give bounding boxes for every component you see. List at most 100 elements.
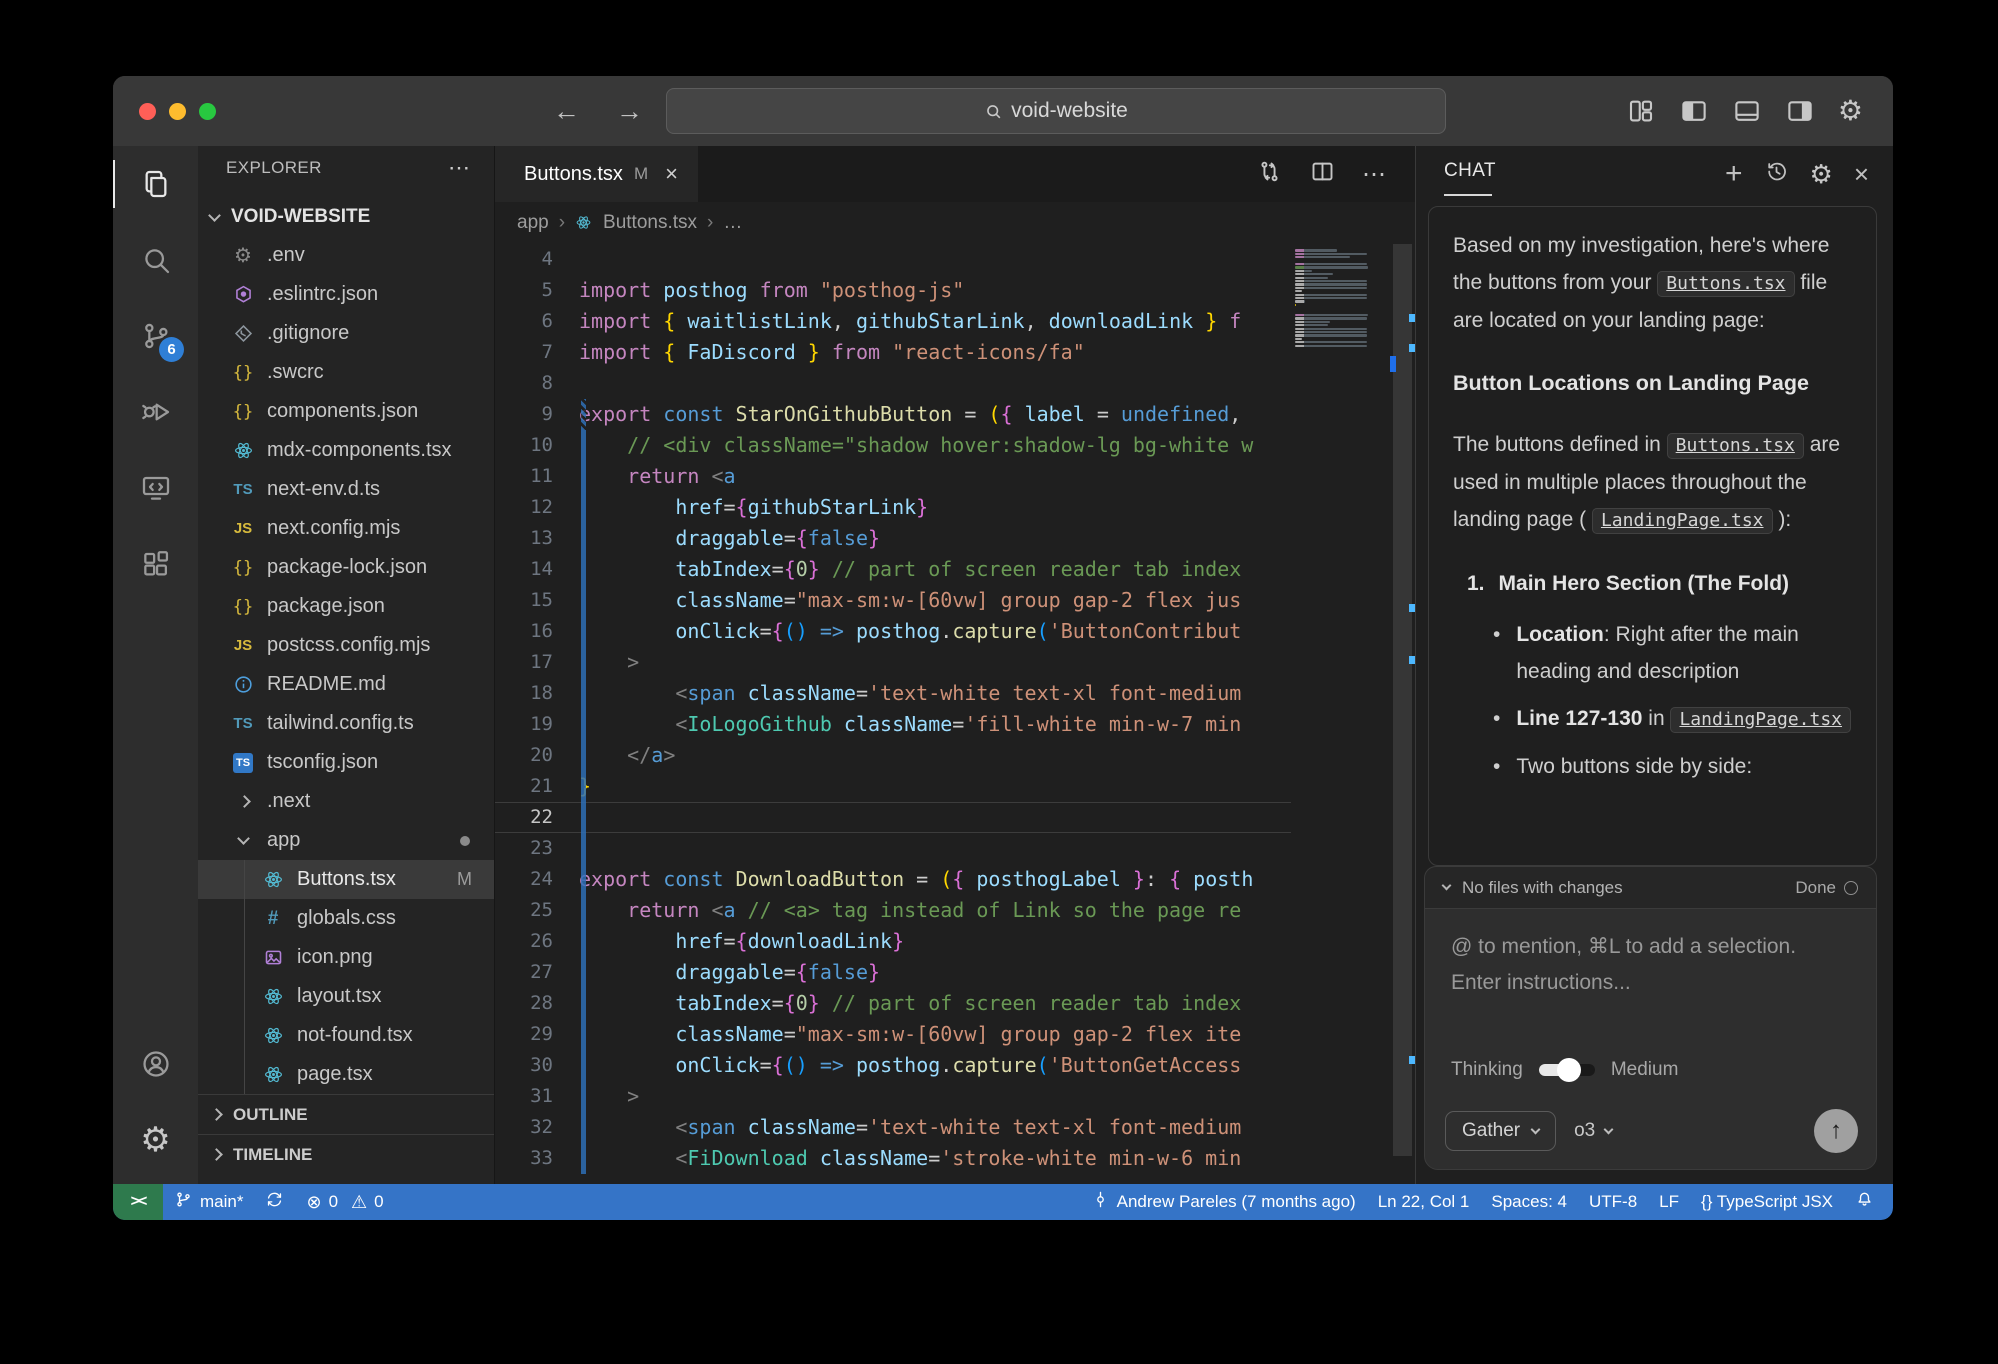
inline-code-link[interactable]: Buttons.tsx (1657, 271, 1794, 297)
git-blame[interactable]: Andrew Pareles (7 months ago) (1080, 1184, 1367, 1220)
section-outline[interactable]: OUTLINE (198, 1094, 494, 1134)
activity-remote-explorer-icon[interactable] (113, 450, 198, 526)
line-content: draggable={false} (579, 523, 1291, 554)
file-readme-md[interactable]: README.md (198, 665, 494, 704)
toggle-panel-icon[interactable] (1732, 96, 1762, 126)
changes-bar[interactable]: No files with changes Done (1424, 866, 1877, 908)
send-button[interactable]: ↑ (1814, 1109, 1858, 1153)
language-mode[interactable]: {} TypeScript JSX (1690, 1184, 1844, 1220)
activity-search-icon[interactable] (113, 222, 198, 298)
breadcrumb[interactable]: app›Buttons.tsx›… (495, 202, 1415, 244)
close-tab-icon[interactable]: × (665, 161, 678, 187)
activity-source-control-icon[interactable]: 6 (113, 298, 198, 374)
notifications-bell[interactable] (1844, 1184, 1885, 1220)
gear-icon[interactable]: ⚙ (1810, 161, 1833, 187)
file-components-json[interactable]: {}components.json (198, 392, 494, 431)
command-center-search[interactable]: void-website (666, 88, 1446, 134)
mode-dropdown[interactable]: Gather (1445, 1111, 1556, 1151)
split-editor-icon[interactable] (1309, 158, 1336, 190)
file-icon-png[interactable]: icon.png (198, 938, 494, 977)
file-next-config-mjs[interactable]: JSnext.config.mjs (198, 509, 494, 548)
minimap[interactable] (1291, 244, 1390, 1184)
file-mdx-components-tsx[interactable]: mdx-components.tsx (198, 431, 494, 470)
file-tsconfig-json[interactable]: TStsconfig.json (198, 743, 494, 782)
minimize-window-button[interactable] (169, 103, 186, 120)
file--env[interactable]: ⚙.env (198, 236, 494, 275)
breadcrumb-item[interactable]: app (517, 212, 549, 234)
file-package-lock-json[interactable]: {}package-lock.json (198, 548, 494, 587)
section-timeline[interactable]: TIMELINE (198, 1134, 494, 1174)
folder--next[interactable]: .next (198, 782, 494, 821)
close-window-button[interactable] (139, 103, 156, 120)
activity-explorer-icon[interactable] (113, 146, 198, 222)
line-number: 7 (495, 337, 579, 368)
more-actions-icon[interactable]: ⋯ (448, 155, 472, 181)
file-postcss-config-mjs[interactable]: JSpostcss.config.mjs (198, 626, 494, 665)
file-not-found-tsx[interactable]: not-found.tsx (198, 1016, 494, 1055)
encoding[interactable]: UTF-8 (1578, 1184, 1648, 1220)
activity-run-and-debug-icon[interactable] (113, 374, 198, 450)
more-actions-icon[interactable]: ⋯ (1362, 160, 1387, 189)
titlebar-layout-controls: ⚙ (1626, 96, 1863, 126)
activity-extensions-icon[interactable] (113, 526, 198, 602)
model-dropdown[interactable]: o3 (1574, 1120, 1612, 1142)
line-content: import { FaDiscord } from "react-icons/f… (579, 337, 1291, 368)
activity-settings-icon[interactable]: ⚙ (113, 1102, 198, 1178)
file-tailwind-config-ts[interactable]: TStailwind.config.ts (198, 704, 494, 743)
file-label: .env (267, 244, 305, 267)
file-layout-tsx[interactable]: layout.tsx (198, 977, 494, 1016)
tab-bar: Buttons.tsx M × ⋯ (495, 146, 1415, 202)
toggle-secondary-sidebar-icon[interactable] (1785, 96, 1815, 126)
toggle-primary-sidebar-icon[interactable] (1679, 96, 1709, 126)
git-modified-gutter (581, 399, 586, 430)
indentation[interactable]: Spaces: 4 (1480, 1184, 1578, 1220)
cursor-position[interactable]: Ln 22, Col 1 (1367, 1184, 1481, 1220)
chat-input[interactable]: @ to mention, ⌘L to add a selection. Ent… (1425, 909, 1876, 1021)
git-branch-status[interactable]: main* (163, 1184, 254, 1220)
close-icon[interactable]: × (1854, 161, 1869, 187)
new-chat-icon[interactable]: + (1725, 159, 1743, 189)
file--swcrc[interactable]: {}.swcrc (198, 353, 494, 392)
eol[interactable]: LF (1648, 1184, 1690, 1220)
breadcrumb-item[interactable]: Buttons.tsx (603, 212, 697, 234)
scm-changes-badge: 6 (159, 337, 184, 362)
back-icon[interactable]: ← (553, 96, 580, 127)
workspace-root-folder[interactable]: VOID-WEBSITE (198, 198, 494, 236)
chevron-down-icon (1531, 1124, 1541, 1134)
file--eslintrc-json[interactable]: .eslintrc.json (198, 275, 494, 314)
forward-icon[interactable]: → (616, 96, 643, 127)
workbench: 6⚙ EXPLORER ⋯ VOID-WEBSITE ⚙.env.eslintr… (113, 146, 1893, 1184)
inline-code-link[interactable]: Buttons.tsx (1667, 433, 1804, 459)
zoom-window-button[interactable] (199, 103, 216, 120)
code-editor[interactable]: 45import posthog from "posthog-js"6impor… (495, 244, 1291, 1184)
thinking-slider[interactable] (1539, 1064, 1595, 1076)
customize-layout-icon[interactable] (1626, 96, 1656, 126)
remote-indicator[interactable]: >< (113, 1184, 163, 1220)
open-changes-icon[interactable] (1256, 158, 1283, 190)
folder-app[interactable]: app (198, 821, 494, 860)
file-package-json[interactable]: {}package.json (198, 587, 494, 626)
file-next-env-d-ts[interactable]: TSnext-env.d.ts (198, 470, 494, 509)
settings-icon[interactable]: ⚙ (1838, 97, 1863, 125)
file-globals-css[interactable]: #globals.css (198, 899, 494, 938)
inline-code-link[interactable]: LandingPage.tsx (1670, 707, 1851, 733)
history-icon[interactable] (1764, 159, 1789, 189)
editor-scrollbar[interactable] (1390, 244, 1415, 1184)
problems-status[interactable]: ⊗0⚠0 (295, 1184, 394, 1220)
chat-tab[interactable]: CHAT (1444, 160, 1496, 188)
activity-accounts-icon[interactable] (113, 1026, 198, 1102)
git-commit-icon (1091, 1190, 1110, 1214)
file-page-tsx[interactable]: page.tsx (198, 1055, 494, 1094)
sync-status[interactable] (254, 1184, 295, 1220)
history-nav: ← → (553, 96, 643, 127)
file-label: tsconfig.json (267, 751, 378, 774)
inline-code-link[interactable]: LandingPage.tsx (1592, 508, 1773, 534)
scrollbar-thumb[interactable] (1393, 244, 1412, 1156)
code-line-11: 11 return <a (495, 461, 1291, 492)
model-label: o3 (1574, 1120, 1595, 1142)
minimap-line (1295, 317, 1367, 319)
file-buttons-tsx[interactable]: Buttons.tsxM (198, 860, 494, 899)
file--gitignore[interactable]: .gitignore (198, 314, 494, 353)
breadcrumb-item[interactable]: … (723, 212, 742, 234)
tab-buttons-tsx[interactable]: Buttons.tsx M × (495, 146, 698, 202)
